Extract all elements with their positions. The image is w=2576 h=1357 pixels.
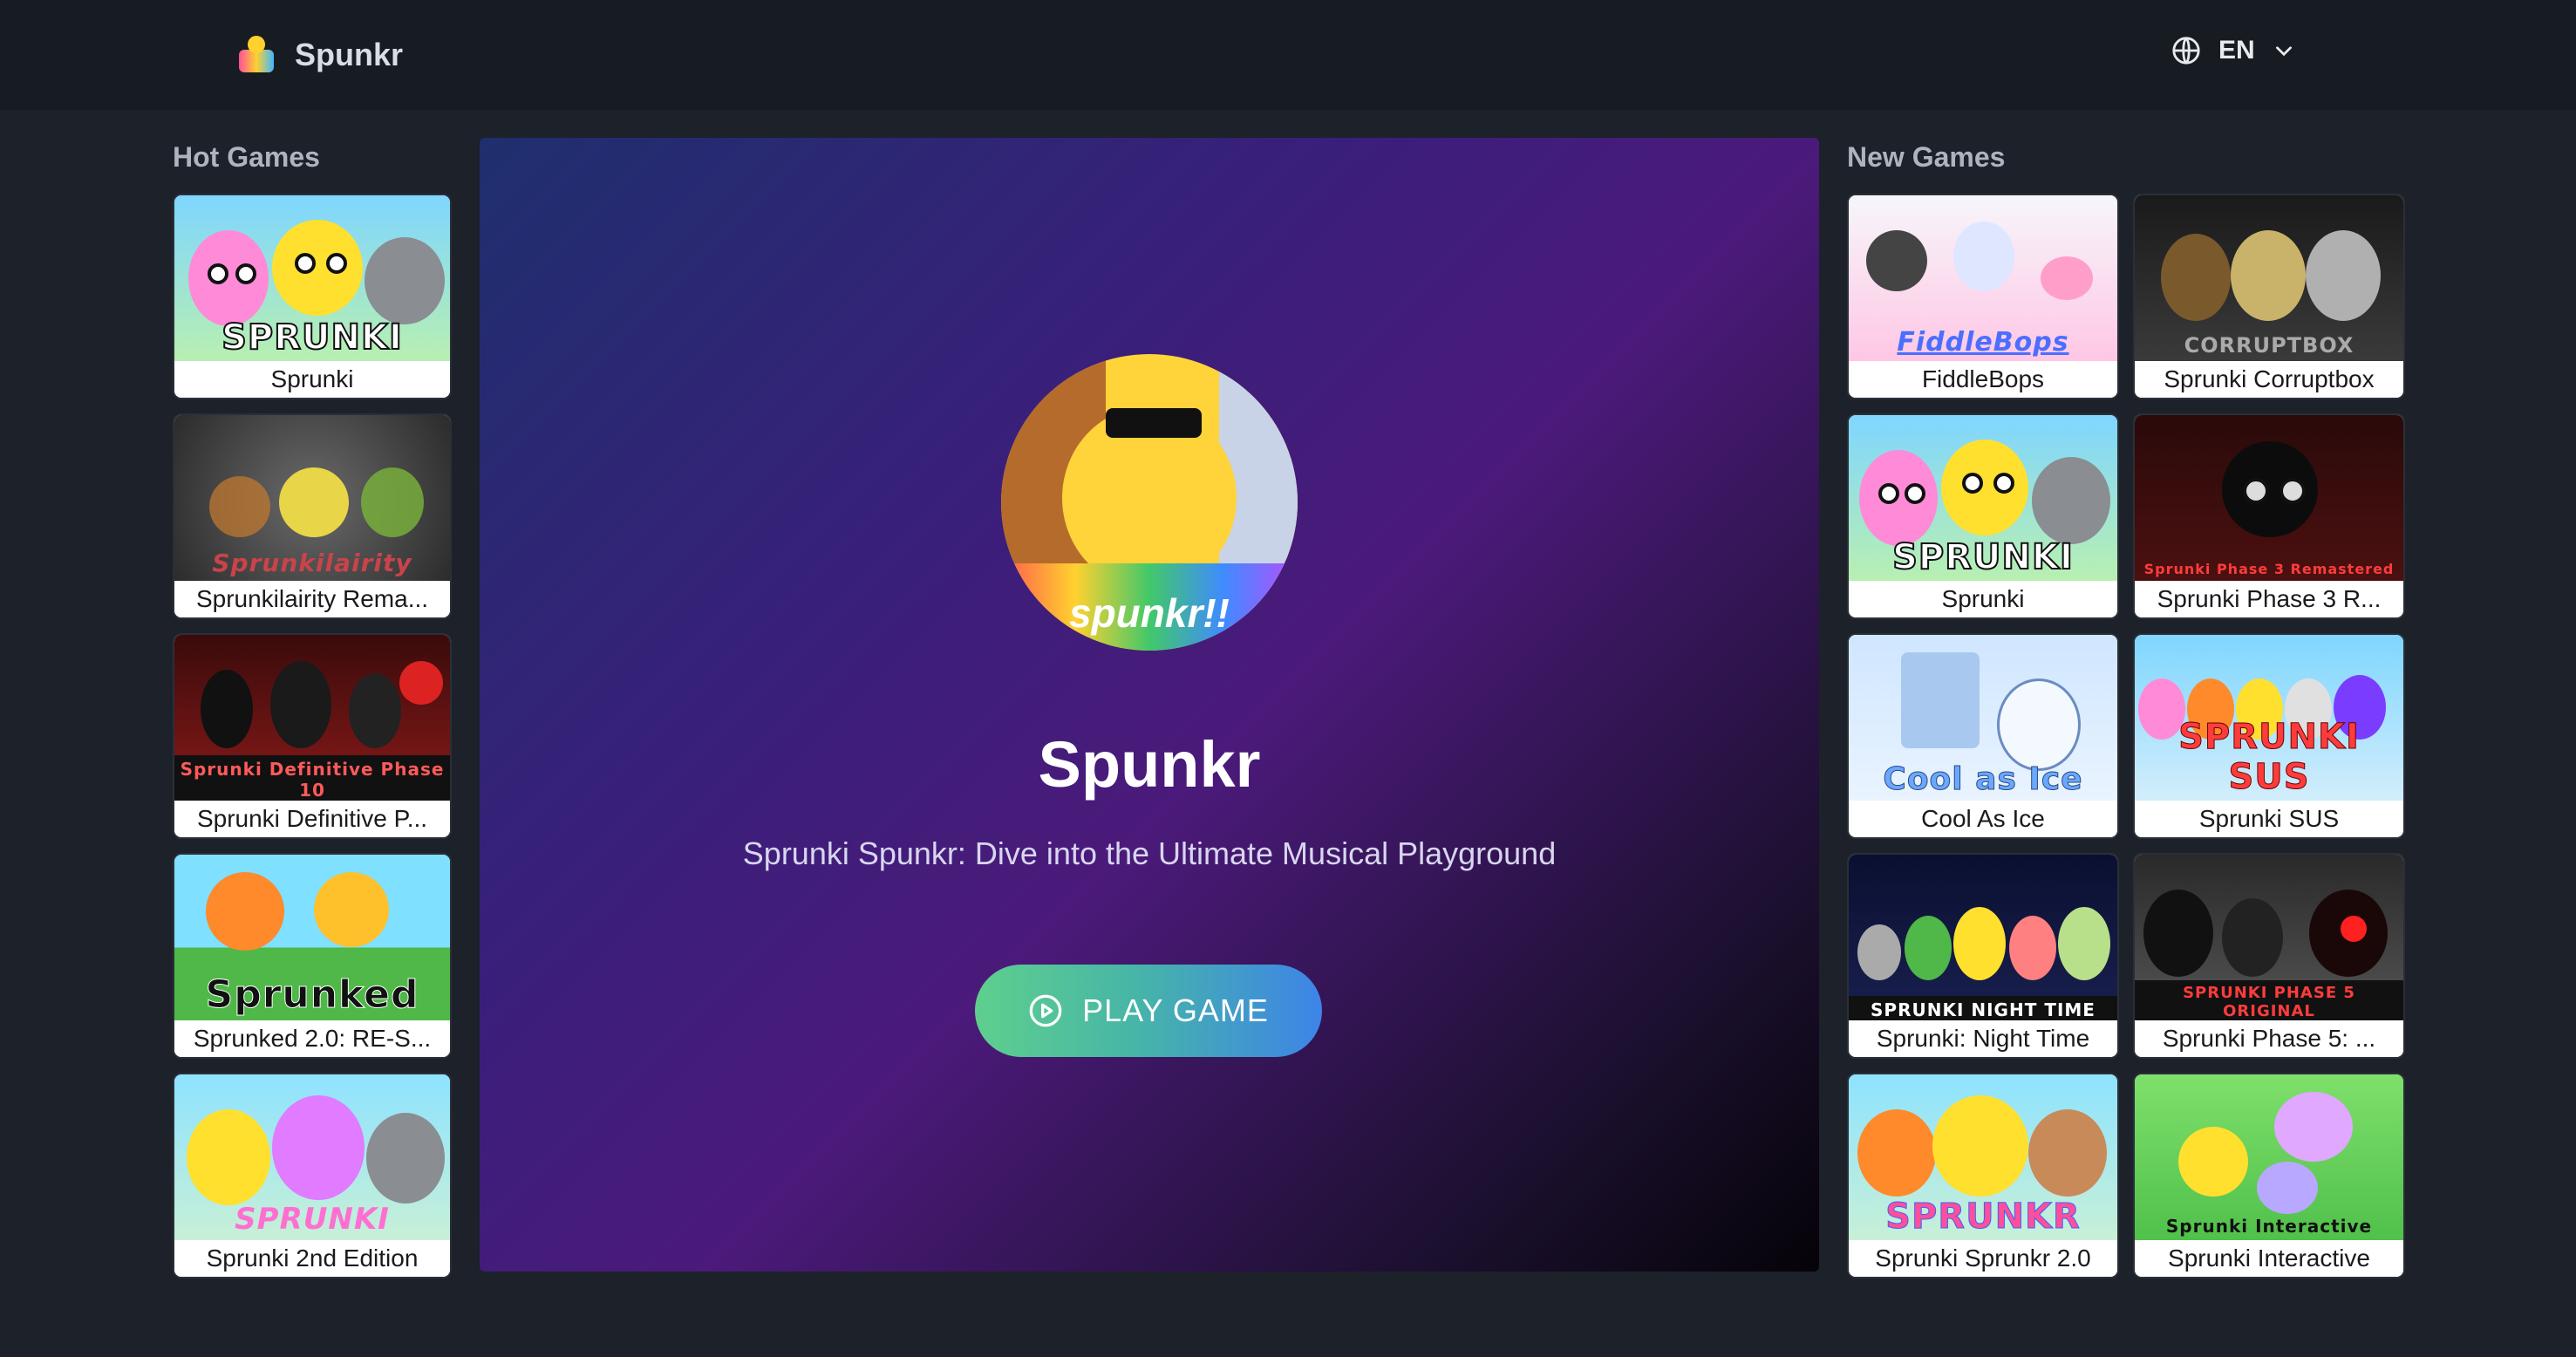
game-thumbnail: SPRUNKI: [174, 1074, 450, 1244]
game-card-sprunki-sus[interactable]: SPRUNKI SUS Sprunki SUS: [2133, 633, 2405, 839]
game-thumbnail: SPRUNKI SUS: [2135, 635, 2403, 804]
game-card-sprunki-corruptbox[interactable]: CORRUPTBOX Sprunki Corruptbox: [2133, 194, 2405, 399]
game-card-fiddlebops[interactable]: FiddleBops FiddleBops: [1847, 194, 2119, 399]
globe-icon: [2172, 37, 2200, 65]
hero-subtitle: Sprunki Spunkr: Dive into the Ultimate M…: [742, 835, 1557, 871]
thumbnail-caption: Sprunki Phase 3 Remastered: [2143, 561, 2395, 577]
brand-link[interactable]: Spunkr: [235, 28, 403, 82]
game-thumbnail: Sprunki Phase 3 Remastered: [2135, 415, 2403, 584]
game-thumbnail: Sprunki Definitive Phase 10: [174, 635, 450, 804]
game-card-label: Sprunki Sprunkr 2.0: [1849, 1240, 2117, 1277]
game-card-label: Sprunki: Night Time: [1849, 1020, 2117, 1057]
game-card-label: Sprunki SUS: [2135, 801, 2403, 837]
game-card-label: Sprunki Interactive: [2135, 1240, 2403, 1277]
play-game-button[interactable]: PLAY GAME: [975, 965, 1322, 1057]
game-thumbnail: Sprunked: [174, 855, 450, 1024]
game-card-label: Sprunki Phase 5: ...: [2135, 1020, 2403, 1057]
language-selector[interactable]: EN: [2171, 31, 2295, 70]
game-thumbnail: Cool as Ice: [1849, 635, 2117, 804]
thumbnail-caption: SPRUNKI: [221, 317, 403, 358]
thumbnail-caption: SPRUNKI: [235, 1202, 390, 1237]
thumbnail-caption: Sprunki Interactive: [2165, 1216, 2373, 1237]
hero-avatar-caption: spunkr!!: [1069, 590, 1230, 636]
game-card-label: Sprunki 2nd Edition: [174, 1240, 450, 1277]
play-game-label: PLAY GAME: [1082, 992, 1269, 1028]
game-thumbnail: SPRUNKI: [1849, 415, 2117, 584]
game-card-sprunki-2[interactable]: SPRUNKI Sprunki: [1847, 413, 2119, 619]
game-card-label: Cool As Ice: [1849, 801, 2117, 837]
game-card-label: Sprunkilairity Rema...: [174, 581, 450, 617]
game-card-sprunki-sprunkr[interactable]: SPRUNKR Sprunki Sprunkr 2.0: [1847, 1073, 2119, 1279]
thumbnail-caption: SPRUNKI PHASE 5 ORIGINAL: [2135, 980, 2403, 1024]
thumbnail-caption: Sprunkilairity: [212, 549, 412, 577]
game-card-label: Sprunki Corruptbox: [2135, 361, 2403, 398]
thumbnail-caption: SPRUNKI: [1891, 536, 2074, 578]
game-card-sprunki-interactive[interactable]: Sprunki Interactive Sprunki Interactive: [2133, 1073, 2405, 1279]
thumbnail-caption: SPRUNKI SUS: [2178, 717, 2360, 798]
game-card-cool-as-ice[interactable]: Cool as Ice Cool As Ice: [1847, 633, 2119, 839]
game-card-sprunki-2nd-edition[interactable]: SPRUNKI Sprunki 2nd Edition: [173, 1073, 452, 1279]
game-card-sprunkilairity[interactable]: Sprunkilairity Sprunkilairity Rema...: [173, 413, 452, 619]
game-thumbnail: Sprunkilairity: [174, 415, 450, 584]
game-card-sprunki-definitive[interactable]: Sprunki Definitive Phase 10 Sprunki Defi…: [173, 633, 452, 839]
game-thumbnail: SPRUNKI: [174, 195, 450, 365]
hero-panel: spunkr!! Spunkr Sprunki Spunkr: Dive int…: [480, 138, 1819, 1272]
game-thumbnail: FiddleBops: [1849, 195, 2117, 365]
game-card-sprunki-night-time[interactable]: SPRUNKI NIGHT TIME Sprunki: Night Time: [1847, 853, 2119, 1059]
game-card-sprunki-phase-5[interactable]: SPRUNKI PHASE 5 ORIGINAL Sprunki Phase 5…: [2133, 853, 2405, 1059]
game-card-sprunki[interactable]: SPRUNKI Sprunki: [173, 194, 452, 399]
brand-name: Spunkr: [295, 37, 404, 72]
thumbnail-caption: Cool as Ice: [1883, 761, 2083, 798]
game-card-label: Sprunki: [174, 361, 450, 398]
game-card-label: Sprunki: [1849, 581, 2117, 617]
thumbnail-caption: Sprunki Definitive Phase 10: [174, 755, 450, 804]
hero-avatar: spunkr!!: [1001, 354, 1298, 651]
game-card-label: Sprunki Phase 3 R...: [2135, 581, 2403, 617]
game-card-label: Sprunked 2.0: RE-S...: [174, 1020, 450, 1057]
thumbnail-caption: FiddleBops: [1897, 327, 2069, 358]
hot-games-title: Hot Games: [173, 141, 320, 173]
game-thumbnail: SPRUNKI PHASE 5 ORIGINAL: [2135, 855, 2403, 1024]
chevron-down-icon: [2275, 46, 2292, 57]
game-card-label: FiddleBops: [1849, 361, 2117, 398]
game-thumbnail: SPRUNKR: [1849, 1074, 2117, 1244]
game-thumbnail: CORRUPTBOX: [2135, 195, 2403, 365]
brand-logo: [235, 34, 277, 76]
thumbnail-caption: SPRUNKR: [1885, 1197, 2081, 1238]
game-card-sprunki-phase-3[interactable]: Sprunki Phase 3 Remastered Sprunki Phase…: [2133, 413, 2405, 619]
game-card-label: Sprunki Definitive P...: [174, 801, 450, 837]
hero-title: Spunkr: [1038, 728, 1261, 801]
language-code: EN: [2218, 36, 2255, 65]
play-circle-icon: [1029, 994, 1062, 1027]
game-card-sprunked[interactable]: Sprunked Sprunked 2.0: RE-S...: [173, 853, 452, 1059]
top-bar: Spunkr EN: [0, 0, 2576, 110]
new-games-title: New Games: [1847, 141, 2006, 173]
game-thumbnail: SPRUNKI NIGHT TIME: [1849, 855, 2117, 1024]
game-thumbnail: Sprunki Interactive: [2135, 1074, 2403, 1244]
thumbnail-caption: Sprunked: [205, 972, 419, 1018]
thumbnail-caption: CORRUPTBOX: [2184, 333, 2355, 358]
